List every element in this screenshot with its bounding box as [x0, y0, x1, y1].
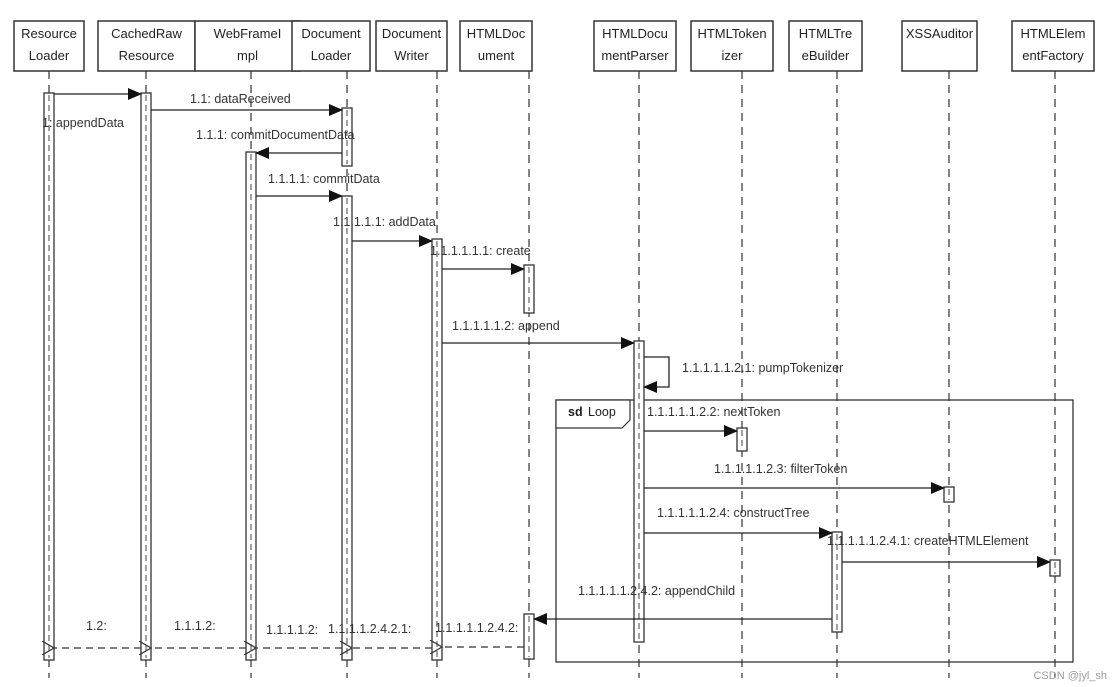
participant-name-line1: HTMLToken: [697, 26, 766, 41]
participant-document-writer: Document Writer: [375, 20, 448, 72]
return-message: 1.1.1.2:: [151, 619, 246, 648]
activation-bars: [43, 92, 1061, 661]
participant-name-line2: Loader: [311, 48, 352, 63]
message-label: 1.1.1.1.1: addData: [333, 215, 436, 229]
call-message: 1: appendData: [42, 88, 142, 130]
call-message: 1.1.1.1.1.1: create: [430, 244, 531, 275]
message-label: 1.1.1.1.1.2.4: constructTree: [657, 506, 809, 520]
participant-name-line2: mpl: [237, 48, 258, 63]
participant-resource-loader: Resource Loader: [13, 20, 85, 72]
message-label: 1.1.1.2:: [174, 619, 216, 633]
participant-name-line2: entFactory: [1022, 48, 1084, 63]
message-label: 1.1.1.1.2:: [266, 623, 318, 637]
participant-xss-auditor: XSSAuditor: [901, 20, 978, 72]
participant-name-line1: HTMLDocu: [602, 26, 668, 41]
activation-cached-raw-resource: [140, 92, 152, 661]
self-message: 1.1.1.1.1.2.1: pumpTokenizer: [643, 356, 843, 393]
message-label: 1: appendData: [42, 116, 124, 130]
messages: 1: appendData 1.1: dataReceived 1.1.1: com…: [42, 88, 1051, 648]
participant-name-line1: WebFrameI: [214, 26, 282, 41]
participant-html-element-factory: HTMLElem entFactory: [1011, 20, 1095, 72]
participant-name-line2: eBuilder: [802, 48, 850, 63]
activation-html-document: [523, 264, 535, 314]
participant-html-document-parser: HTMLDocu mentParser: [593, 20, 677, 72]
message-label: 1.1: dataReceived: [190, 92, 291, 106]
participant-name-line1: Resource: [21, 26, 77, 41]
participant-name-line1: Document: [301, 26, 361, 41]
call-message: 1.1.1.1.1.2.3: filterToken: [644, 462, 945, 494]
return-message: 1.1.1.1.1.2.4.2:: [435, 621, 524, 647]
activation-html-document: [523, 613, 535, 660]
activation-web-frame-impl: [245, 151, 257, 661]
participant-cached-raw-resource: CachedRaw Resource: [97, 20, 196, 72]
participant-name-line1: Document: [382, 26, 442, 41]
message-label: 1.1.1.1.1.2.4.2: appendChild: [578, 584, 735, 598]
participant-name-line1: XSSAuditor: [906, 26, 974, 41]
message-label: 1.1.1.1: commitData: [268, 172, 380, 186]
activation-xss-auditor: [943, 486, 955, 503]
call-message: 1.1.1: commitDocumentData: [196, 128, 354, 159]
participant-html-document: HTMLDoc ument: [459, 20, 533, 72]
participant-name-line2: ument: [478, 48, 515, 63]
participant-html-tokenizer: HTMLToken izer: [690, 20, 774, 72]
message-label: 1.2:: [86, 619, 107, 633]
call-message: 1.1.1.1.1.2.4.2: appendChild: [533, 584, 832, 625]
participant-name-line1: HTMLElem: [1020, 26, 1085, 41]
call-message: 1.1.1.1.1.2.4.1: createHTMLElement: [827, 534, 1051, 568]
call-message: 1.1: dataReceived: [151, 92, 343, 116]
participant-html-tree-builder: HTMLTre eBuilder: [788, 20, 863, 72]
message-label: 1.1.1.1.1.2: append: [452, 319, 560, 333]
call-message: 1.1.1.1.1.2.4: constructTree: [644, 506, 833, 539]
participant-name-line2: Resource: [119, 48, 175, 63]
message-arrow: [643, 356, 670, 393]
participant-web-frame-impl: WebFrameI mpl: [194, 20, 301, 72]
lifelines: [48, 71, 1056, 678]
message-label: 1.1.1.1.1.2.2: nextToken: [647, 405, 780, 419]
return-message: 1.2:: [54, 619, 141, 648]
activation-resource-loader: [43, 92, 55, 661]
message-label: 1.1.1.1.1.1: create: [430, 244, 531, 258]
participant-name-line1: HTMLDoc: [467, 26, 526, 41]
call-message: 1.1.1.1.1.2.2: nextToken: [644, 405, 780, 437]
participant-name-line2: Loader: [29, 48, 70, 63]
sequence-diagram: Resource Loader CachedRaw Resource WebFrameI…: [13, 20, 1095, 678]
participant-name-line1: HTMLTre: [799, 26, 852, 41]
participant-name-line2: Writer: [394, 48, 429, 63]
message-label: 1.1.1.1.1.2.4.2:: [435, 621, 518, 635]
message-label: 1.1.1.1.2.4.2.1:: [328, 622, 411, 636]
message-label: 1.1.1.1.1.2.4.1: createHTMLElement: [827, 534, 1029, 548]
activation-document-loader: [341, 195, 353, 661]
activation-html-element-factory: [1049, 559, 1061, 577]
activation-html-tokenizer: [736, 427, 748, 452]
activation-document-writer: [431, 238, 443, 661]
message-label: 1.1.1: commitDocumentData: [196, 128, 354, 142]
watermark: CSDN @jyl_sh: [1033, 670, 1107, 682]
message-label: 1.1.1.1.1.2.1: pumpTokenizer: [682, 361, 843, 375]
call-message: 1.1.1.1: commitData: [256, 172, 380, 202]
participant-document-loader: Document Loader: [291, 20, 371, 72]
message-label: 1.1.1.1.1.2.3: filterToken: [714, 462, 847, 476]
call-message: 1.1.1.1.1.2: append: [442, 319, 635, 349]
participant-headers: Resource Loader CachedRaw Resource WebFrameI…: [13, 20, 1095, 72]
participant-name-line2: mentParser: [601, 48, 669, 63]
participant-name-line2: izer: [722, 48, 744, 63]
loop-frame-keyword: sd: [568, 405, 583, 419]
loop-frame-name: Loop: [588, 405, 616, 419]
participant-name-line1: CachedRaw: [111, 26, 182, 41]
